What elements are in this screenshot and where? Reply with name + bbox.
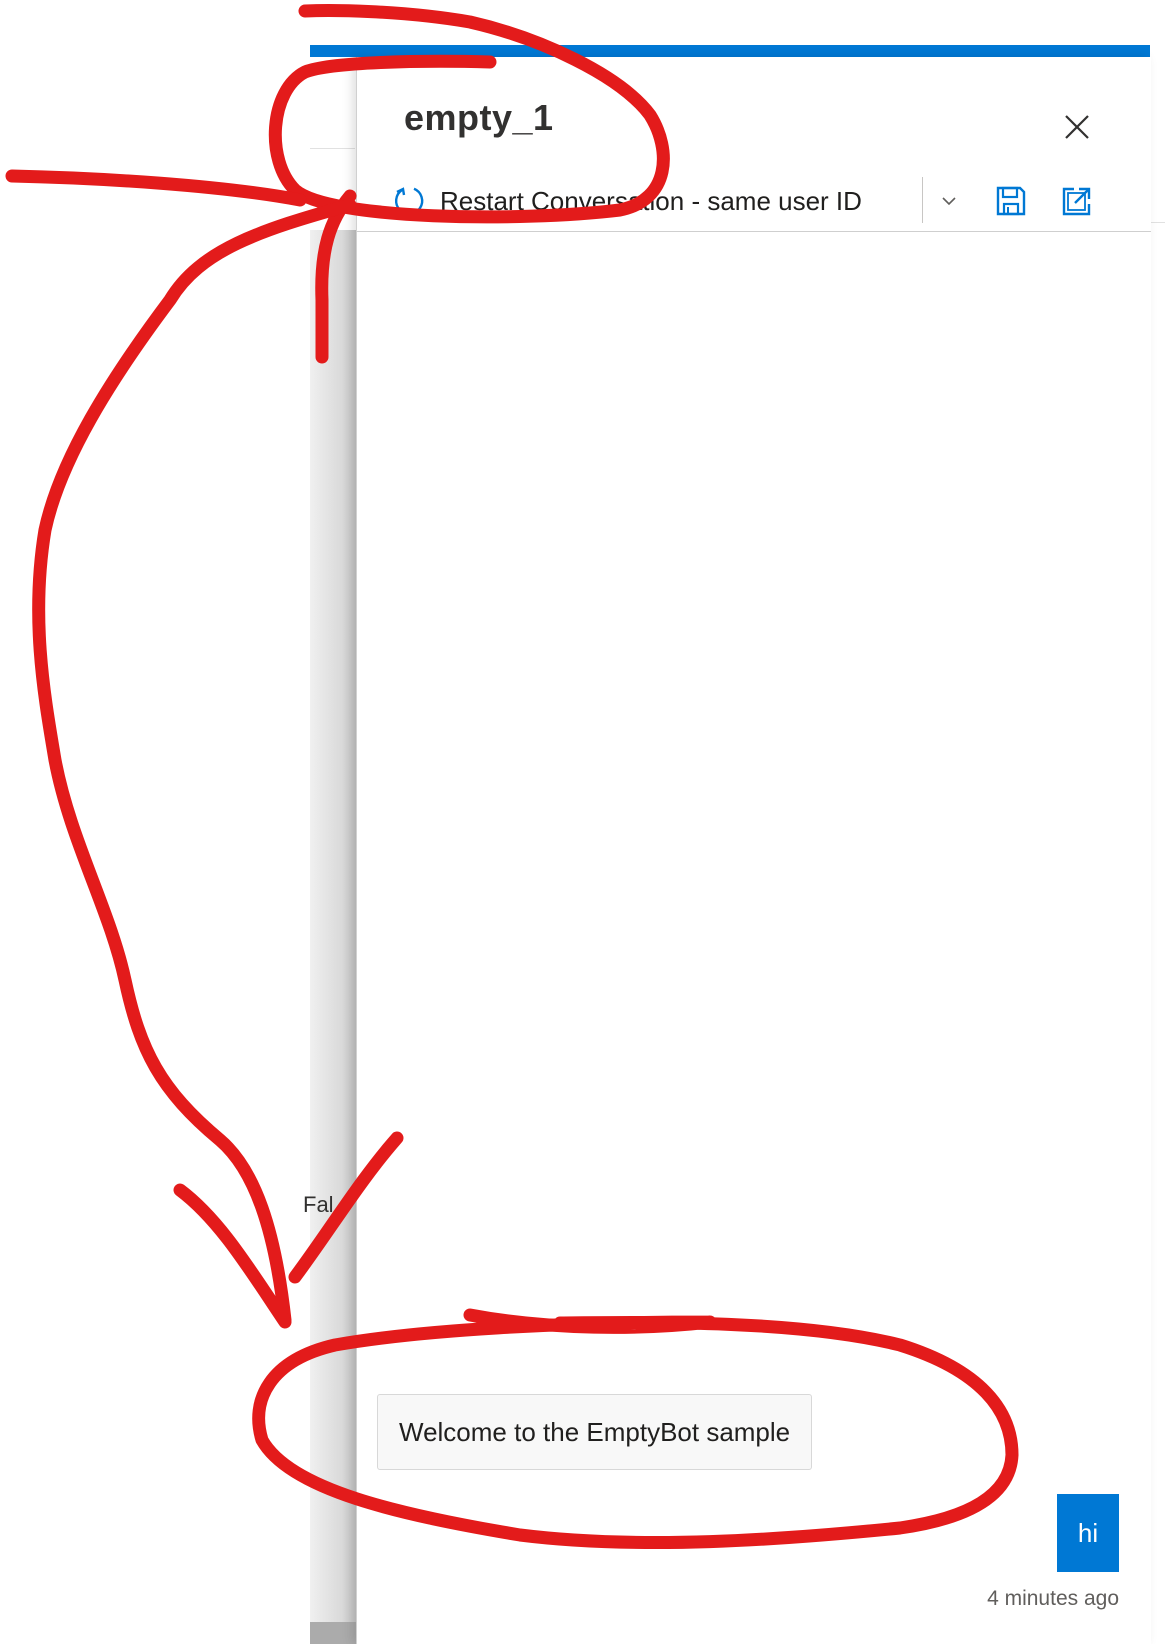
annotation-curve-left: [32, 198, 357, 1327]
save-icon: [996, 186, 1026, 216]
panel-shadow: [310, 230, 356, 1644]
save-transcript-button[interactable]: [991, 181, 1031, 221]
close-button[interactable]: [1057, 107, 1097, 147]
annotation-arrow-line: [5, 169, 307, 207]
bot-message: Welcome to the EmptyBot sample: [377, 1394, 813, 1470]
background-divider-right: [1150, 222, 1165, 223]
open-in-new-window-icon: [1062, 187, 1091, 216]
emulator-window: Fal empty_1 Restart Conversation - same …: [0, 0, 1165, 1644]
message-timestamp: 4 minutes ago: [987, 1587, 1119, 1610]
panel-title: empty_1: [404, 97, 554, 138]
chat-transcript[interactable]: Welcome to the EmptyBot sample hi 4 minu…: [357, 232, 1151, 1644]
open-in-new-window-button[interactable]: [1057, 181, 1097, 221]
restart-conversation-label: Restart Conversation - same user ID: [440, 185, 862, 216]
restart-options-dropdown[interactable]: [931, 183, 967, 219]
toolbar-divider: [922, 177, 923, 223]
chevron-down-icon: [942, 197, 956, 206]
annotation-arrow-head-bottom-left: [173, 1183, 292, 1329]
background-topbar: [310, 45, 1150, 57]
background-divider: [310, 148, 355, 149]
webchat-panel: empty_1 Restart Conversation - same user…: [356, 57, 1151, 1644]
close-icon: [1065, 115, 1089, 139]
background-scrollbar[interactable]: [310, 1622, 356, 1644]
restart-conversation-button[interactable]: Restart Conversation - same user ID: [392, 179, 862, 223]
background-partial-text: Fal: [303, 1192, 334, 1217]
refresh-icon: [395, 187, 424, 215]
user-message: hi: [1057, 1494, 1119, 1572]
panel-toolbar: Restart Conversation - same user ID: [357, 175, 1151, 232]
